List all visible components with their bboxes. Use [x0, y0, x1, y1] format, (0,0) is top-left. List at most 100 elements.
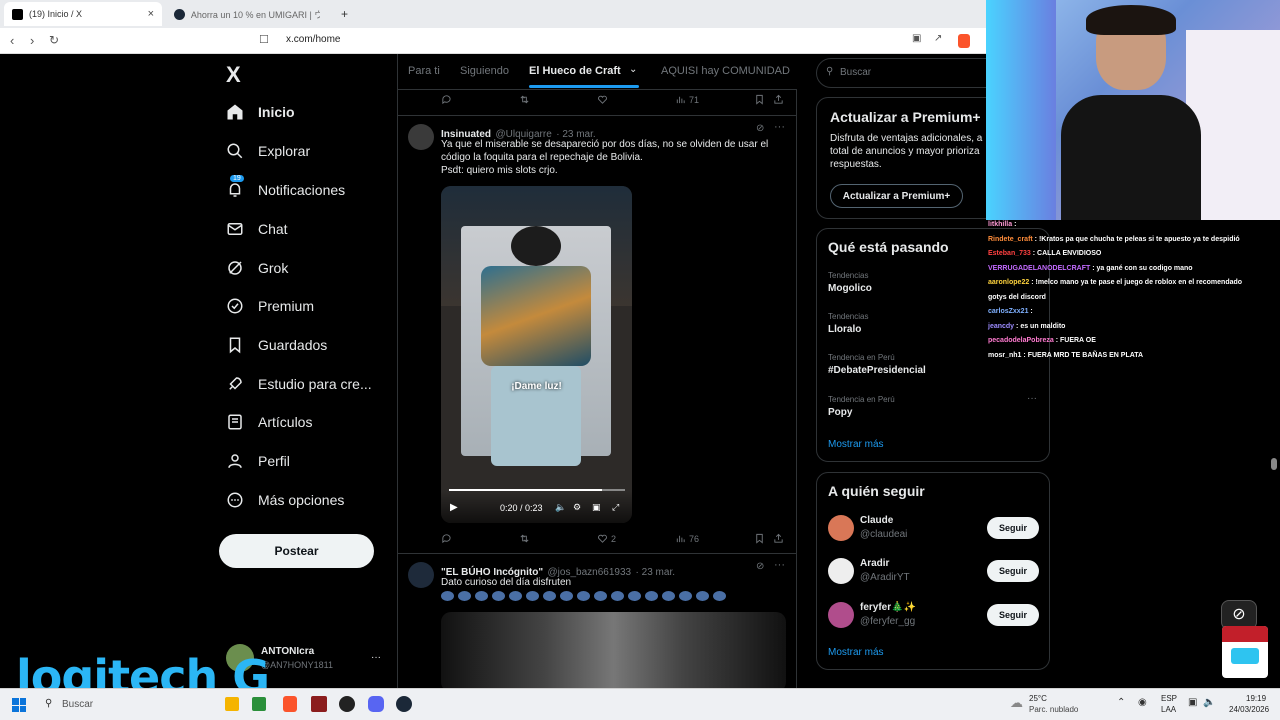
language-code[interactable]: ESP [1161, 694, 1177, 703]
account-more-icon[interactable]: ··· [371, 652, 381, 663]
sidebar-item-explorar[interactable]: Explorar [226, 136, 310, 166]
sidebar-item-perfil[interactable]: Perfil [226, 446, 290, 476]
file-explorer-icon[interactable] [225, 697, 239, 711]
trend-item[interactable]: Tendencias Lloralo [828, 312, 868, 335]
clock-date[interactable]: 24/03/2026 [1229, 705, 1269, 714]
premium-upgrade-button[interactable]: Actualizar a Premium+ [830, 184, 963, 208]
keyboard-layout[interactable]: LAA [1161, 705, 1176, 714]
repost-button[interactable] [519, 533, 533, 544]
follow-avatar[interactable] [828, 558, 854, 584]
tweet-image[interactable] [441, 612, 786, 688]
tweet-more-icon[interactable]: ··· [774, 121, 785, 133]
play-icon[interactable]: ▶ [450, 502, 458, 513]
forward-icon[interactable]: › [30, 33, 34, 48]
chat-text: gotys del discord [988, 293, 1046, 301]
app-icon[interactable] [311, 696, 327, 712]
follow-avatar[interactable] [828, 602, 854, 628]
search-input[interactable]: Buscar [840, 67, 871, 78]
share-icon[interactable]: ↗ [934, 33, 942, 44]
tweet-avatar[interactable] [408, 124, 434, 150]
tab-siguiendo[interactable]: Siguiendo [460, 65, 509, 77]
tab-el-hueco-de-craft[interactable]: El Hueco de Craft [529, 65, 621, 77]
address-bar[interactable]: x.com/home [286, 34, 340, 45]
tray-chevron-up-icon[interactable]: ⌃ [1117, 697, 1125, 708]
video-progress-track[interactable] [449, 489, 625, 491]
follow-handle: @claudeai [860, 529, 908, 540]
brave-shield-icon[interactable] [958, 34, 970, 48]
obs-icon[interactable] [339, 696, 355, 712]
like-button[interactable] [597, 94, 611, 105]
follow-button[interactable]: Seguir [987, 517, 1039, 539]
tab-aquisi-comunidad[interactable]: AQUISI hay COMUNIDAD [661, 65, 790, 77]
trend-item[interactable]: Tendencias Mogolico [828, 271, 872, 294]
reply-button[interactable] [441, 94, 455, 105]
trend-more-icon[interactable]: ··· [1027, 393, 1037, 404]
follow-avatar[interactable] [828, 515, 854, 541]
follow-button[interactable]: Seguir [987, 604, 1039, 626]
network-icon[interactable]: ▣ [1188, 697, 1197, 708]
tweet-video[interactable]: ¡Dame luz! ▶ 0:20 / 0:23 🔈 ⚙ ▣ ⤢ [441, 186, 632, 523]
new-tab-button[interactable]: + [333, 2, 356, 26]
sidebar-item-notificaciones[interactable]: Notificaciones 19 [226, 175, 345, 205]
trends-show-more[interactable]: Mostrar más [828, 439, 884, 450]
bookmark-button[interactable] [754, 533, 768, 544]
volume-icon[interactable]: 🔈 [555, 502, 566, 513]
tab-para-ti[interactable]: Para ti [408, 65, 440, 77]
views-button[interactable]: 76 [675, 533, 699, 544]
taskbar-search-icon[interactable]: ⚲ [45, 698, 52, 709]
follow-name[interactable]: Aradir [860, 558, 889, 569]
discord-icon[interactable] [368, 696, 384, 712]
sidebar-item-guardados[interactable]: Guardados [226, 330, 327, 360]
sidebar-item-premium[interactable]: Premium [226, 291, 314, 321]
follow-show-more[interactable]: Mostrar más [828, 647, 884, 658]
reply-button[interactable] [441, 533, 455, 544]
pip-icon[interactable]: ▣ [592, 502, 601, 513]
sidebar-item-grok[interactable]: Grok [226, 253, 288, 283]
tab-close-icon[interactable]: × [148, 8, 154, 20]
volume-icon[interactable]: 🔈 [1203, 697, 1215, 708]
sidebar-item-mas-opciones[interactable]: Más opciones [226, 485, 344, 515]
microphone-icon[interactable]: ◉ [1138, 697, 1147, 708]
share-button[interactable] [773, 94, 787, 105]
post-button[interactable]: Postear [219, 534, 374, 568]
chat-text: CALLA ENVIDIOSO [1037, 250, 1102, 257]
settings-icon[interactable]: ⚙ [573, 502, 581, 513]
reload-icon[interactable]: ↻ [49, 33, 59, 47]
trend-item[interactable]: Tendencia en Perú #DebatePresidencial [828, 353, 926, 376]
browser-tab-umigari[interactable]: Ahorra un 10 % en UMIGARI | ウミガ... [166, 2, 328, 26]
sidebar-item-inicio[interactable]: Inicio [226, 97, 295, 127]
tweet-avatar[interactable] [408, 562, 434, 588]
repost-button[interactable] [519, 94, 533, 105]
back-icon[interactable]: ‹ [10, 33, 14, 48]
sidebar-item-articulos[interactable]: Artículos [226, 407, 312, 437]
grok-tweet-icon[interactable]: ⊘ [756, 123, 764, 134]
x-logo-icon[interactable]: X [226, 62, 241, 88]
follow-name[interactable]: feryfer🎄✨ [860, 602, 916, 613]
bookmark-button[interactable] [754, 94, 768, 105]
clock-time[interactable]: 19:19 [1246, 694, 1266, 703]
store-icon[interactable] [252, 697, 266, 711]
brave-icon[interactable] [283, 696, 297, 712]
browser-tab-x[interactable]: (19) Inicio / X × [4, 2, 162, 26]
tweet-more-icon[interactable]: ··· [774, 559, 785, 571]
chevron-down-icon[interactable]: ⌄ [629, 64, 637, 75]
steam-icon[interactable] [396, 696, 412, 712]
cast-icon[interactable]: ▣ [912, 33, 921, 44]
follow-button[interactable]: Seguir [987, 560, 1039, 582]
repost-icon [520, 534, 529, 543]
sidebar-item-estudio[interactable]: Estudio para cre... [226, 369, 372, 399]
grok-tweet-icon[interactable]: ⊘ [756, 561, 764, 572]
tweet-date[interactable]: · 23 mar. [636, 567, 675, 578]
weather-icon[interactable]: ☁ [1010, 695, 1023, 711]
page-scrollbar-thumb[interactable] [1271, 458, 1277, 470]
views-button[interactable]: 71 [675, 94, 699, 105]
like-button[interactable]: 2 [597, 533, 616, 544]
taskbar-search[interactable]: Buscar [62, 699, 93, 710]
trend-item[interactable]: Tendencia en Perú Popy [828, 395, 895, 418]
bookmark-page-icon[interactable]: ☐ [259, 33, 269, 46]
follow-name[interactable]: Claude [860, 515, 893, 526]
fullscreen-icon[interactable]: ⤢ [612, 502, 619, 513]
windows-start-icon[interactable] [12, 698, 26, 712]
sidebar-item-chat[interactable]: Chat [226, 214, 288, 244]
share-button[interactable] [773, 533, 787, 544]
